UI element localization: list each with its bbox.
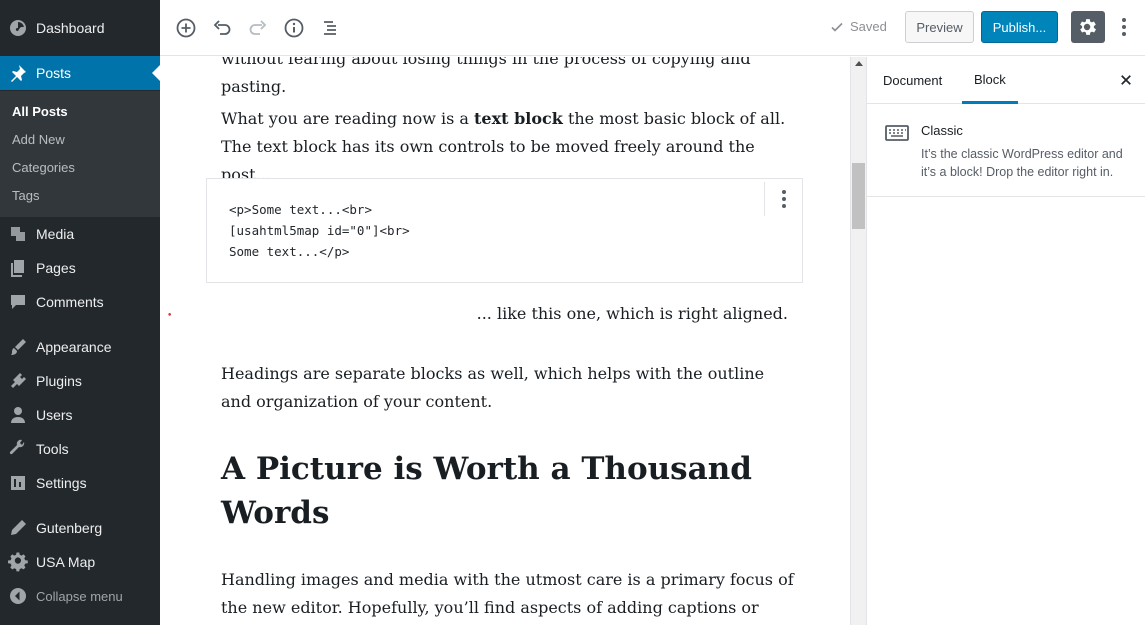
menu-item-settings[interactable]: Settings [0,466,160,500]
menu-item-dashboard[interactable]: Dashboard [0,11,160,45]
plug-icon [0,364,36,398]
paragraph-text: What you are reading now is a [221,109,475,128]
scrollbar-thumb[interactable] [852,163,865,229]
menu-item-tools[interactable]: Tools [0,432,160,466]
block-card: Classic It’s the classic WordPress edito… [867,105,1145,197]
block-card-description: It’s the classic WordPress editor and it… [921,147,1123,179]
admin-sidebar: Dashboard Posts All Posts Add New Catego… [0,0,160,625]
paragraph-bold-text: text block [474,109,563,128]
menu-item-appearance[interactable]: Appearance [0,330,160,364]
pages-icon [0,251,36,285]
tab-document[interactable]: Document [883,57,942,104]
publish-button[interactable]: Publish... [981,11,1058,43]
info-icon [284,18,304,38]
submenu-tags[interactable]: Tags [12,188,39,203]
block-more-options-button[interactable] [764,182,802,216]
dashboard-icon [0,11,36,45]
sidebar-tabs: Document Block [867,57,1145,104]
menu-item-usa-map[interactable]: USA Map [0,545,160,579]
settings-toggle-button[interactable] [1071,11,1105,43]
menu-item-comments[interactable]: Comments [0,285,160,319]
menu-item-media[interactable]: Media [0,217,160,251]
add-block-button[interactable] [172,14,200,42]
checkmark-icon [831,22,843,32]
vertical-ellipsis-icon [781,190,786,208]
comments-icon [0,285,36,319]
plus-circle-icon [176,18,196,38]
submenu-categories[interactable]: Categories [12,160,75,175]
menu-label: Gutenberg [36,520,103,536]
menu-label: Appearance [36,339,112,355]
paragraph-block-text[interactable]: What you are reading now is a text block… [221,105,796,189]
submenu-all-posts[interactable]: All Posts [12,104,68,119]
menu-label: Pages [36,260,76,276]
menu-label: USA Map [36,554,96,570]
editor-toolbar: Saved Preview Publish... [160,0,1145,56]
editor-canvas[interactable]: without fearing about losing things in t… [160,57,850,625]
redo-icon [249,20,267,35]
close-sidebar-button[interactable] [1116,70,1136,90]
classic-code-content[interactable]: <p>Some text...<br> [usahtml5map id="0"]… [229,199,410,262]
menu-label: Plugins [36,373,82,389]
redo-button[interactable] [244,14,272,42]
undo-button[interactable] [208,14,236,42]
user-icon [0,398,36,432]
menu-item-plugins[interactable]: Plugins [0,364,160,398]
pin-icon [0,56,36,90]
menu-label: Users [36,407,73,423]
menu-item-posts[interactable]: Posts [0,56,160,90]
keyboard-icon [885,125,909,141]
menu-label: Comments [36,294,104,310]
heading-block[interactable]: A Picture is Worth a Thousand Words [221,447,781,535]
marker-dot: • [167,311,173,321]
pen-icon [0,511,36,545]
editor-scrollbar[interactable] [850,57,866,625]
close-icon [1121,75,1131,85]
paragraph-block[interactable]: Headings are separate blocks as well, wh… [221,360,796,416]
submenu-add-new[interactable]: Add New [12,132,65,147]
brush-icon [0,330,36,364]
menu-label: Settings [36,475,87,491]
collapse-menu-button[interactable]: Collapse menu [0,579,160,613]
settings-sliders-icon [0,466,36,500]
right-aligned-paragraph[interactable]: ... like this one, which is right aligne… [221,300,788,328]
preview-button[interactable]: Preview [905,11,974,43]
menu-label: Tools [36,441,69,457]
menu-item-gutenberg[interactable]: Gutenberg [0,511,160,545]
posts-submenu: All Posts Add New Categories Tags [0,91,160,217]
gear-icon [0,545,36,579]
wrench-icon [0,432,36,466]
menu-item-users[interactable]: Users [0,398,160,432]
undo-icon [213,20,231,35]
paragraph-block[interactable]: Handling images and media with the utmos… [221,566,796,625]
scroll-up-arrow[interactable] [855,61,863,66]
collapse-arrow-icon [0,579,36,613]
saved-status: Saved [830,19,887,34]
settings-sidebar: Document Block Classic It’s the classic … [866,57,1145,625]
menu-label: Media [36,226,75,242]
paragraph-block[interactable]: without fearing about losing things in t… [221,57,796,101]
gear-icon [1080,19,1096,35]
block-card-title: Classic [921,123,963,138]
vertical-ellipsis-icon [1122,18,1126,36]
content-info-button[interactable] [280,14,308,42]
media-icon [0,217,36,251]
more-menu-button[interactable] [1113,13,1135,41]
list-outline-icon [324,21,336,35]
classic-block[interactable]: <p>Some text...<br> [usahtml5map id="0"]… [206,178,803,283]
menu-label: Dashboard [36,20,105,36]
tab-block[interactable]: Block [962,57,1018,104]
menu-label: Collapse menu [36,588,123,604]
menu-label: Posts [36,65,72,81]
saved-label: Saved [850,19,887,34]
block-navigation-button[interactable] [316,14,344,42]
menu-item-pages[interactable]: Pages [0,251,160,285]
